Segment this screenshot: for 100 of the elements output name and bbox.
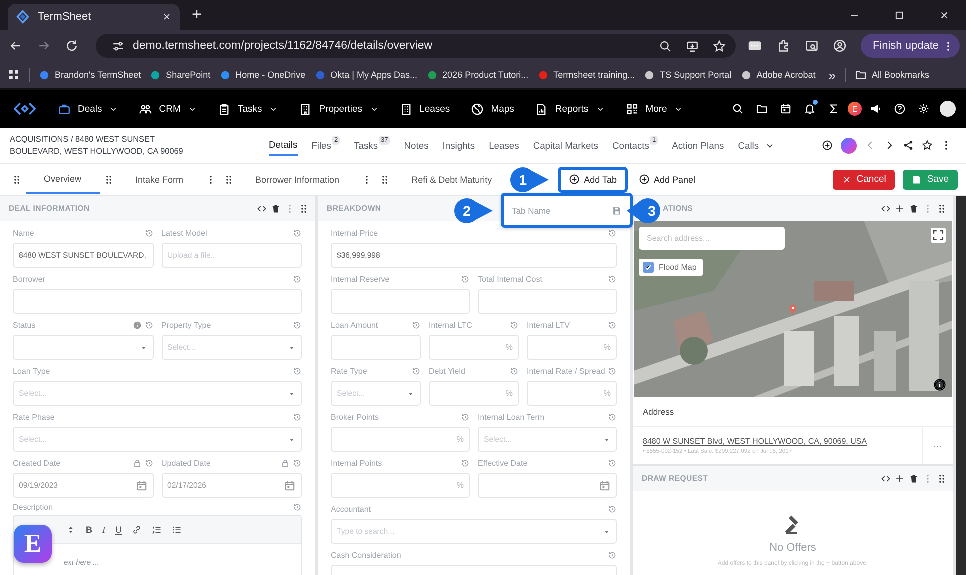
history-icon[interactable]: [608, 551, 617, 560]
drag-handle-icon[interactable]: [12, 174, 22, 184]
add-tab-button[interactable]: Add Tab: [558, 166, 628, 192]
nav-item[interactable]: Properties: [299, 102, 379, 116]
address-bar[interactable]: demo.termsheet.com/projects/1162/84746/details/overview: [96, 34, 736, 58]
settings-icon[interactable]: [918, 103, 930, 115]
drag-handle-icon[interactable]: [380, 174, 390, 184]
user-avatar[interactable]: [841, 138, 857, 154]
history-icon[interactable]: [608, 321, 617, 330]
history-icon[interactable]: [608, 275, 617, 284]
history-icon[interactable]: [608, 413, 617, 422]
profile-icon[interactable]: [833, 39, 847, 53]
app-launcher-button[interactable]: E: [14, 525, 52, 563]
bookmark[interactable]: Okta | My Apps Das...: [314, 70, 418, 80]
help-icon[interactable]: [894, 103, 906, 115]
history-icon[interactable]: [608, 505, 617, 514]
history-icon[interactable]: [461, 413, 470, 422]
format-button[interactable]: B: [86, 524, 92, 534]
all-bookmarks-button[interactable]: All Bookmarks: [854, 69, 930, 81]
nav-item[interactable]: Tasks: [218, 102, 278, 116]
nav-item[interactable]: CRM: [139, 102, 197, 116]
address-link[interactable]: 8480 W SUNSET Blvd, WEST HOLLYWOOD, CA, 90069, USA: [643, 437, 922, 446]
site-settings-icon[interactable]: [112, 40, 125, 52]
browser-tab[interactable]: TermSheet: [8, 4, 180, 30]
close-icon[interactable]: [162, 12, 172, 22]
more-bookmarks-button[interactable]: »: [828, 68, 836, 82]
tab[interactable]: Contacts $^{1}$: [612, 136, 658, 155]
history-icon[interactable]: [412, 321, 421, 330]
delete-icon[interactable]: [909, 204, 919, 214]
tab[interactable]: Capital Markets: [533, 136, 598, 155]
bookmark[interactable]: Adobe Acrobat: [740, 70, 816, 80]
history-icon[interactable]: [293, 321, 302, 330]
calendar-icon[interactable]: [780, 103, 792, 115]
history-icon[interactable]: [293, 459, 302, 468]
history-icon[interactable]: [412, 367, 421, 376]
nav-item[interactable]: More: [626, 102, 684, 116]
history-icon[interactable]: [144, 321, 154, 330]
drag-handle-icon[interactable]: [299, 204, 309, 214]
delete-icon[interactable]: [271, 204, 281, 214]
save-icon[interactable]: [612, 206, 622, 216]
format-button[interactable]: U: [116, 524, 122, 534]
tab[interactable]: Leases: [489, 136, 520, 155]
extension-icon[interactable]: [747, 39, 763, 53]
bookmark[interactable]: Brandon's TermSheet: [39, 70, 142, 80]
forward-icon[interactable]: [37, 39, 51, 53]
tab[interactable]: Calls: [738, 136, 776, 155]
history-icon[interactable]: [608, 367, 618, 376]
history-icon[interactable]: [293, 367, 302, 376]
tab[interactable]: Tasks $^{37}$: [354, 136, 390, 155]
drag-handle-icon[interactable]: [937, 474, 947, 484]
map-pin-icon[interactable]: [787, 302, 799, 316]
layout-tab[interactable]: Overview: [26, 165, 100, 194]
share-icon[interactable]: [903, 140, 914, 151]
history-icon[interactable]: [144, 459, 154, 468]
folder-icon[interactable]: [756, 103, 768, 115]
bullet-list-icon[interactable]: [172, 524, 182, 534]
history-icon[interactable]: [510, 367, 519, 376]
tab[interactable]: Insights: [442, 136, 476, 155]
text-field[interactable]: [331, 335, 421, 360]
drag-handle-icon[interactable]: [104, 174, 114, 184]
code-icon[interactable]: [881, 204, 891, 214]
apps-icon[interactable]: [8, 69, 20, 81]
history-icon[interactable]: [144, 229, 154, 238]
text-field[interactable]: [13, 289, 302, 314]
back-icon[interactable]: [9, 39, 23, 53]
text-field[interactable]: [331, 289, 470, 314]
tab[interactable]: Action Plans: [672, 136, 724, 155]
profile-avatar[interactable]: [940, 101, 956, 117]
termsheet-logo-icon[interactable]: [14, 101, 36, 117]
bookmark[interactable]: Termsheet training...: [538, 70, 636, 80]
history-icon[interactable]: [461, 275, 470, 284]
sigma-icon[interactable]: [828, 103, 840, 115]
nav-item[interactable]: Maps: [471, 102, 514, 116]
add-icon[interactable]: [822, 140, 833, 151]
layout-tab[interactable]: Borrower Information: [238, 166, 358, 193]
date-field[interactable]: [478, 473, 617, 498]
finish-update-button[interactable]: Finish update: [860, 34, 960, 58]
tab[interactable]: Details: [269, 135, 298, 156]
history-icon[interactable]: [608, 229, 617, 238]
zoom-icon[interactable]: [659, 40, 672, 52]
dropdown-field[interactable]: [13, 335, 154, 360]
nav-item[interactable]: Leases: [400, 102, 450, 116]
code-icon[interactable]: [881, 474, 891, 484]
bookmark[interactable]: Home - OneDrive: [220, 70, 306, 80]
history-icon[interactable]: [608, 459, 617, 468]
checkbox[interactable]: [643, 262, 654, 273]
history-icon[interactable]: [293, 503, 302, 512]
history-icon[interactable]: [510, 321, 519, 330]
fullscreen-icon[interactable]: [931, 228, 946, 243]
link-icon[interactable]: [132, 524, 142, 534]
delete-icon[interactable]: [909, 474, 919, 484]
extensions-icon[interactable]: [777, 39, 791, 53]
add-icon[interactable]: [895, 204, 905, 214]
layout-tab[interactable]: Intake Form: [118, 166, 202, 193]
history-icon[interactable]: [293, 413, 302, 422]
add-icon[interactable]: [895, 474, 905, 484]
history-icon[interactable]: [293, 229, 302, 238]
format-button[interactable]: I: [102, 524, 106, 534]
history-icon[interactable]: [293, 275, 302, 284]
info-icon[interactable]: [934, 379, 946, 391]
